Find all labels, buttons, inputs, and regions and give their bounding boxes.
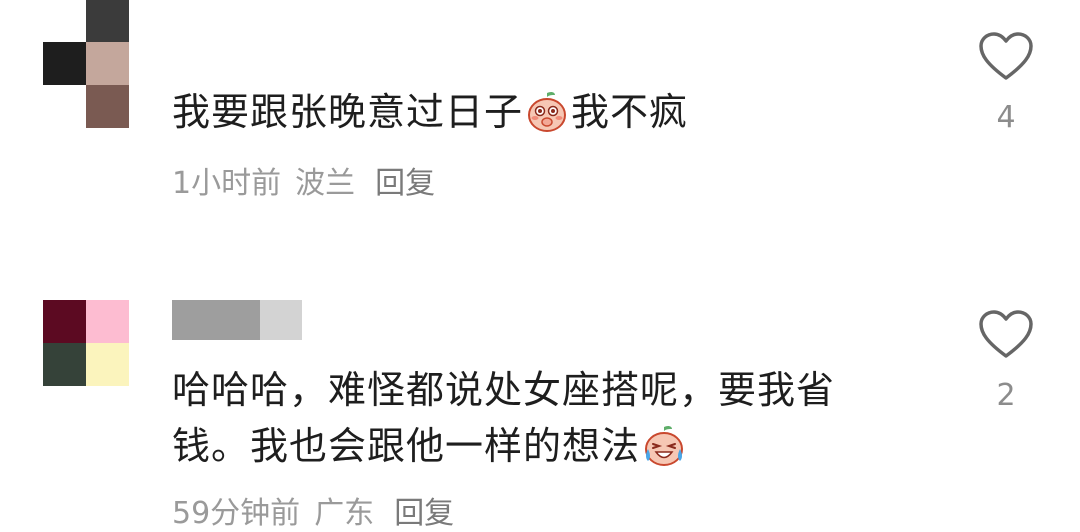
comment-text-line: 哈哈哈，难怪都说处女座搭呢，要我省 (172, 368, 836, 412)
comment-text-part: 我不疯 (571, 90, 689, 134)
comment-text-line: 钱。我也会跟他一样的想法 (172, 418, 912, 474)
blushing-peach-emoji-icon (528, 91, 567, 132)
avatar-pixel (86, 42, 129, 85)
laughing-tears-peach-emoji-icon (645, 425, 684, 466)
comment-text-part: 我要跟张晚意过日子 (172, 90, 524, 134)
avatar-pixel (86, 0, 129, 42)
comment-text[interactable]: 哈哈哈，难怪都说处女座搭呢，要我省 钱。我也会跟他一样的想法 (172, 362, 912, 474)
like-count: 4 (996, 100, 1016, 135)
comment-text-part: 钱。我也会跟他一样的想法 (172, 424, 641, 468)
redaction-block (172, 300, 260, 340)
like-button[interactable]: 4 (975, 30, 1037, 135)
avatar[interactable] (43, 0, 129, 129)
heart-outline-icon[interactable] (977, 308, 1035, 360)
comment-item: 我要跟张晚意过日子 我不疯 1小时前 波兰 回复 4 (0, 0, 1080, 240)
reply-button[interactable]: 回复 (375, 158, 435, 202)
comment-meta: 59分钟前 广东 回复 (172, 488, 454, 532)
avatar-pixel (43, 42, 86, 85)
comment-time: 1小时前 (172, 166, 282, 201)
redaction-block (260, 300, 302, 340)
comment-location: 波兰 (295, 166, 356, 201)
avatar-pixel (86, 300, 129, 343)
avatar-pixel (43, 343, 86, 386)
avatar-pixel (43, 300, 86, 343)
like-count: 2 (996, 378, 1016, 413)
comment-text[interactable]: 我要跟张晚意过日子 我不疯 (172, 84, 872, 140)
avatar-pixel (43, 0, 86, 42)
avatar-pixel (43, 85, 86, 128)
heart-outline-icon[interactable] (977, 30, 1035, 82)
avatar[interactable] (43, 300, 129, 386)
comment-location: 广东 (314, 496, 375, 531)
comment-item: 哈哈哈，难怪都说处女座搭呢，要我省 钱。我也会跟他一样的想法 59分钟前 广东 … (0, 290, 1080, 531)
comment-meta: 1小时前 波兰 回复 (172, 158, 435, 202)
username-redacted[interactable] (172, 300, 302, 340)
comment-time: 59分钟前 (172, 496, 301, 531)
like-button[interactable]: 2 (975, 308, 1037, 413)
avatar-pixel (86, 85, 129, 128)
reply-button[interactable]: 回复 (394, 488, 454, 532)
avatar-pixel (86, 343, 129, 386)
